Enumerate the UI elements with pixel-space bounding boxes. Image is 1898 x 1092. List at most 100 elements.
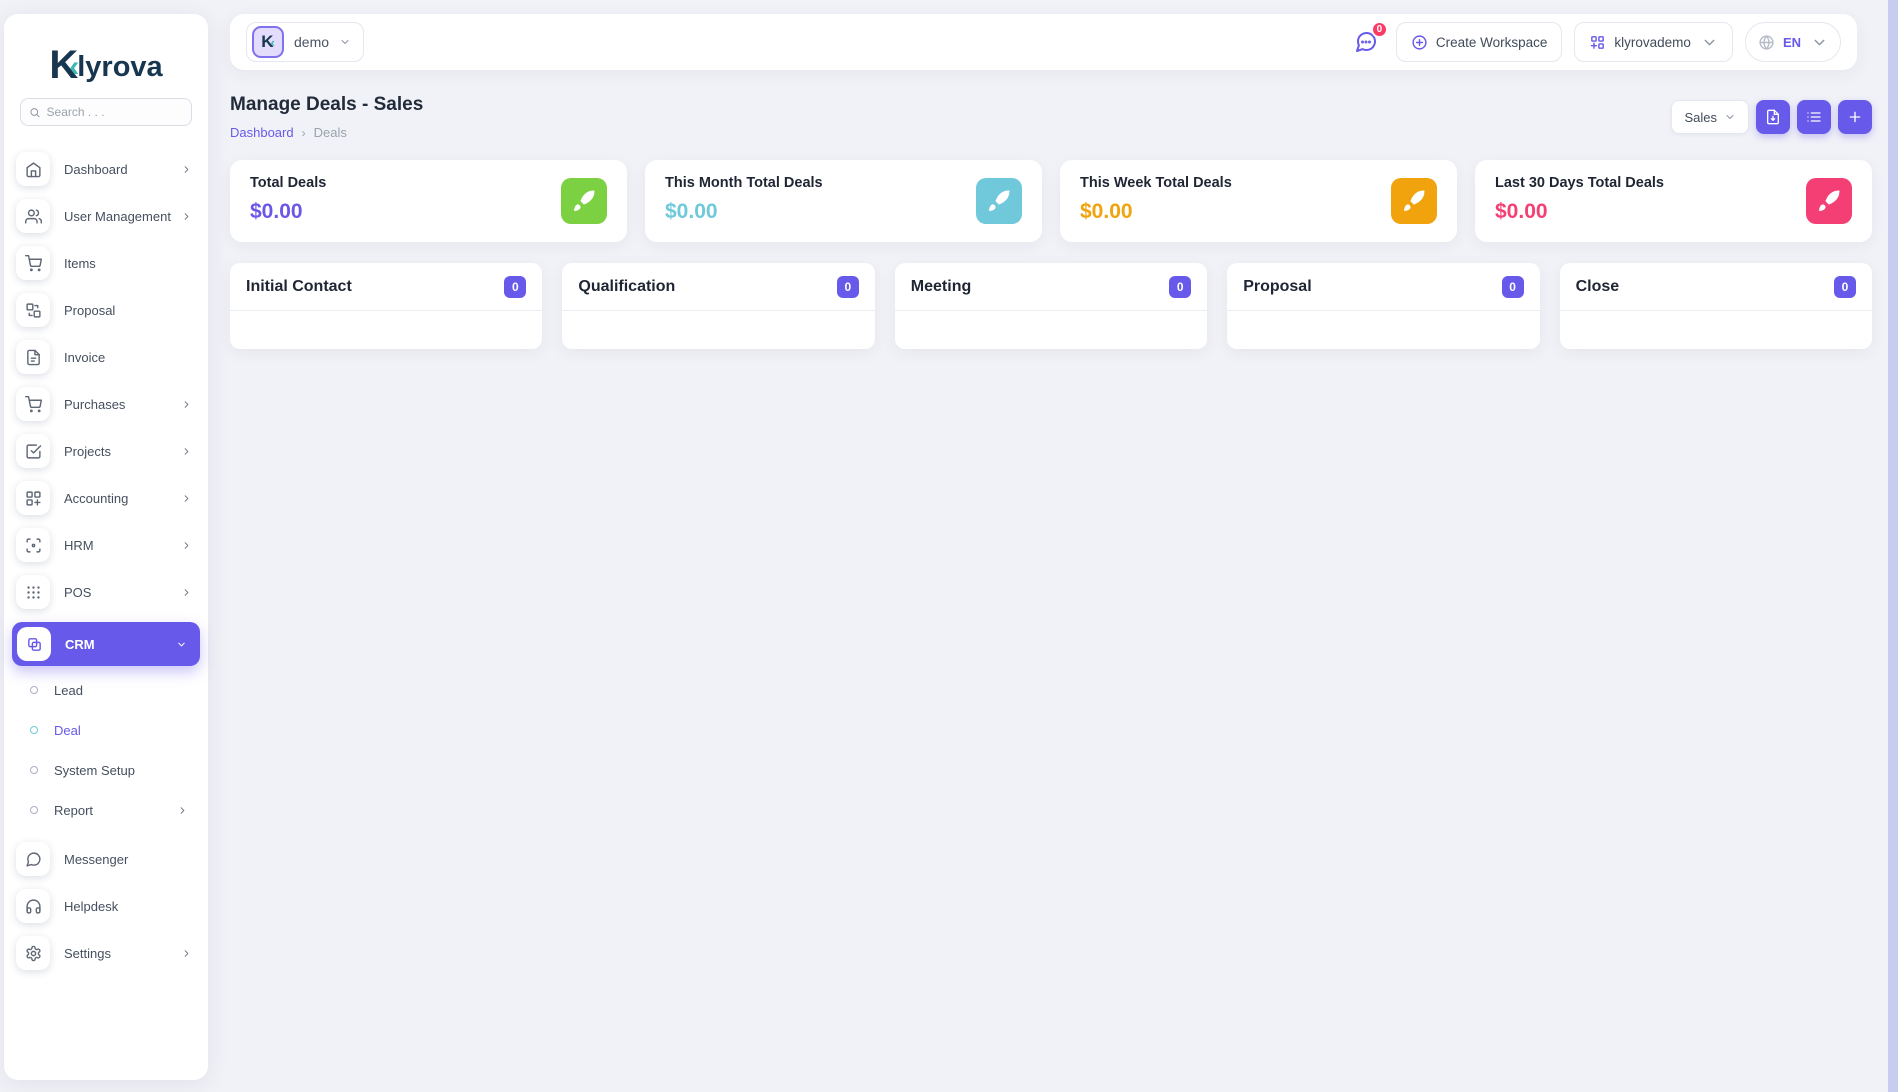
sidebar-search <box>20 98 192 126</box>
cart-icon <box>16 387 50 421</box>
deal-count-badge: 0 <box>1169 276 1191 298</box>
stat-label: This Week Total Deals <box>1080 175 1437 191</box>
sidebar-subitem-report[interactable]: Report <box>30 800 196 820</box>
sidebar-item-projects[interactable]: Projects <box>16 434 196 468</box>
breadcrumb-dashboard-link[interactable]: Dashboard <box>230 125 294 140</box>
export-button[interactable] <box>1756 100 1790 134</box>
sidebar-item-crm[interactable]: CRM <box>12 622 200 666</box>
sidebar-subitem-label: Deal <box>54 723 196 738</box>
search-input[interactable] <box>47 105 183 119</box>
sidebar-item-label: Items <box>64 256 196 271</box>
kanban-column-qualification: Qualification 0 <box>562 263 874 349</box>
sidebar-subitem-label: Report <box>54 803 161 818</box>
sidebar-item-messenger[interactable]: Messenger <box>16 842 196 876</box>
sidebar-subitem-label: Lead <box>54 683 196 698</box>
transfer-boxes-icon <box>16 293 50 327</box>
kanban-column-body[interactable] <box>1560 311 1872 349</box>
circle-bullet-icon <box>30 686 38 694</box>
breadcrumb: Dashboard › Deals <box>230 125 423 140</box>
rocket-icon <box>561 178 607 224</box>
sidebar-item-pos[interactable]: POS <box>16 575 196 609</box>
grid-dots-icon <box>16 575 50 609</box>
grid-plus-icon <box>16 481 50 515</box>
sidebar-item-dashboard[interactable]: Dashboard <box>16 152 196 186</box>
account-selector[interactable]: klyrovademo <box>1574 22 1733 62</box>
kanban-column-header: Proposal 0 <box>1227 263 1539 311</box>
language-selector[interactable]: EN <box>1745 22 1841 62</box>
deal-count-badge: 0 <box>1834 276 1856 298</box>
create-workspace-label: Create Workspace <box>1436 35 1548 50</box>
sidebar-item-label: Helpdesk <box>64 899 196 914</box>
chevron-right-icon <box>181 540 192 551</box>
cart-icon <box>16 246 50 280</box>
kanban-column-close: Close 0 <box>1560 263 1872 349</box>
sidebar-nav: Dashboard User Management Items Proposal… <box>4 152 208 666</box>
kanban-column-title: Qualification <box>578 278 675 296</box>
chevron-right-icon <box>181 948 192 959</box>
circle-bullet-icon <box>30 726 38 734</box>
page-scrollbar[interactable] <box>1888 0 1898 1092</box>
avatar-chevron: ‹ <box>270 35 274 50</box>
notification-badge: 0 <box>1371 21 1388 38</box>
sidebar-item-helpdesk[interactable]: Helpdesk <box>16 889 196 923</box>
sidebar-subitem-label: System Setup <box>54 763 196 778</box>
chevron-right-icon <box>177 805 188 816</box>
chevron-down-icon <box>1811 34 1828 51</box>
sidebar-nav-bottom: Messenger Helpdesk Settings <box>4 842 208 970</box>
sidebar-item-invoice[interactable]: Invoice <box>16 340 196 374</box>
kanban-column-body[interactable] <box>895 311 1207 349</box>
sidebar-item-label: POS <box>64 585 181 600</box>
sidebar-item-hrm[interactable]: HRM <box>16 528 196 562</box>
workspace-name: demo <box>294 34 329 50</box>
workspace-grid-icon <box>1589 34 1606 51</box>
headset-icon <box>16 889 50 923</box>
chevron-down-icon <box>339 36 351 48</box>
sidebar-subitem-lead[interactable]: Lead <box>30 680 196 700</box>
list-view-button[interactable] <box>1797 100 1831 134</box>
kanban-column-title: Initial Contact <box>246 278 352 296</box>
kanban-column-initial-contact: Initial Contact 0 <box>230 263 542 349</box>
add-deal-button[interactable] <box>1838 100 1872 134</box>
notifications-button[interactable]: 0 <box>1348 24 1384 60</box>
brand-logo[interactable]: K ‹ lyrova <box>4 30 208 82</box>
sidebar-item-user-management[interactable]: User Management <box>16 199 196 233</box>
sidebar-item-proposal[interactable]: Proposal <box>16 293 196 327</box>
stat-label: This Month Total Deals <box>665 175 1022 191</box>
sidebar-item-label: Projects <box>64 444 181 459</box>
stat-card-week-total-deals: This Week Total Deals $0.00 <box>1060 160 1457 242</box>
kanban-column-body[interactable] <box>1227 311 1539 349</box>
workspace-selector[interactable]: K ‹ demo <box>246 22 364 62</box>
sidebar-item-settings[interactable]: Settings <box>16 936 196 970</box>
plus-icon <box>1847 109 1863 125</box>
sidebar-item-accounting[interactable]: Accounting <box>16 481 196 515</box>
globe-icon <box>1758 34 1775 51</box>
kanban-column-title: Close <box>1576 278 1620 296</box>
deal-count-badge: 0 <box>504 276 526 298</box>
sidebar-item-items[interactable]: Items <box>16 246 196 280</box>
deal-pipeline-board: Initial Contact 0 Qualification 0 Meetin… <box>230 263 1872 349</box>
sidebar-subitem-deal[interactable]: Deal <box>30 720 196 740</box>
sidebar-item-label: Invoice <box>64 350 196 365</box>
check-square-icon <box>16 434 50 468</box>
stat-value: $0.00 <box>1495 200 1852 224</box>
search-icon <box>29 106 41 119</box>
sidebar: K ‹ lyrova Dashboard User Management Ite… <box>4 14 208 1080</box>
pipeline-select[interactable]: Sales <box>1671 100 1749 134</box>
kanban-column-header: Close 0 <box>1560 263 1872 311</box>
deal-count-badge: 0 <box>837 276 859 298</box>
kanban-column-body[interactable] <box>230 311 542 349</box>
sidebar-item-label: Messenger <box>64 852 196 867</box>
sidebar-item-label: Dashboard <box>64 162 181 177</box>
sidebar-subitem-system-setup[interactable]: System Setup <box>30 760 196 780</box>
create-workspace-button[interactable]: Create Workspace <box>1396 22 1563 62</box>
circle-bullet-icon <box>30 806 38 814</box>
kanban-column-header: Qualification 0 <box>562 263 874 311</box>
sidebar-item-label: Proposal <box>64 303 196 318</box>
sidebar-item-label: CRM <box>65 637 176 652</box>
kanban-column-body[interactable] <box>562 311 874 349</box>
language-code: EN <box>1783 35 1801 50</box>
rocket-icon <box>976 178 1022 224</box>
page-title: Manage Deals - Sales <box>230 94 423 116</box>
sidebar-item-purchases[interactable]: Purchases <box>16 387 196 421</box>
chevron-down-icon <box>176 639 187 650</box>
